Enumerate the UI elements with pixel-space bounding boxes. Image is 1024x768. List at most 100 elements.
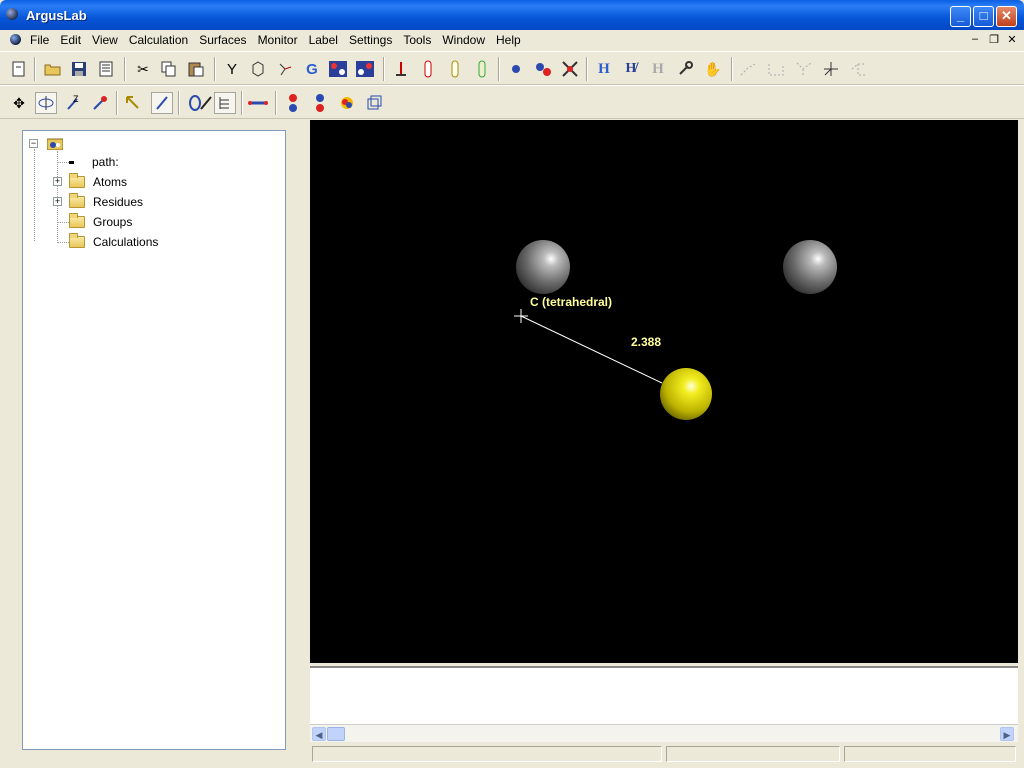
tube3-icon[interactable] xyxy=(471,58,493,80)
svg-text:Z: Z xyxy=(73,94,79,104)
mdi-minimize-button[interactable]: – xyxy=(967,33,983,47)
menu-window[interactable]: Window xyxy=(442,33,492,47)
zoom-icon[interactable]: Z xyxy=(62,92,84,114)
rotate-icon[interactable] xyxy=(35,92,57,114)
bond-gray2-icon[interactable] xyxy=(765,58,787,80)
close-button[interactable]: ✕ xyxy=(996,6,1017,27)
tree-item-label: Calculations xyxy=(93,235,159,249)
ball-stick-alt-icon[interactable] xyxy=(309,92,331,114)
paste-icon[interactable] xyxy=(185,58,207,80)
scroll-thumb[interactable] xyxy=(327,727,345,741)
output-pane[interactable] xyxy=(310,666,1018,724)
carbon-atom[interactable] xyxy=(516,240,570,294)
document-icon[interactable] xyxy=(10,34,21,45)
menu-calculation[interactable]: Calculation xyxy=(129,33,195,47)
tree-expand-button[interactable]: + xyxy=(53,197,62,206)
menu-label[interactable]: Label xyxy=(309,33,345,47)
menu-view[interactable]: View xyxy=(92,33,125,47)
distance-line xyxy=(520,315,663,384)
box-icon[interactable] xyxy=(363,92,385,114)
menu-file[interactable]: File xyxy=(30,33,56,47)
select-icon[interactable] xyxy=(89,92,111,114)
status-cell xyxy=(666,746,840,762)
mdi-restore-button[interactable]: ❐ xyxy=(986,33,1002,47)
window-title: ArgusLab xyxy=(26,8,87,23)
tree-item-path[interactable]: path: xyxy=(69,153,119,171)
carbon-atom[interactable] xyxy=(783,240,837,294)
wrench-icon[interactable] xyxy=(674,58,696,80)
menu-settings[interactable]: Settings xyxy=(349,33,399,47)
bond-gray4-icon[interactable] xyxy=(848,58,870,80)
print-icon[interactable] xyxy=(95,58,117,80)
ring-icon[interactable] xyxy=(247,58,269,80)
status-bar xyxy=(310,744,1018,764)
scroll-right-button[interactable]: ▶ xyxy=(1000,727,1014,741)
tree-item-calculations[interactable]: Calculations xyxy=(69,233,158,251)
delete-atom-icon[interactable] xyxy=(559,58,581,80)
app-icon xyxy=(6,8,18,20)
tube2-icon[interactable] xyxy=(444,58,466,80)
atom-ball-icon[interactable] xyxy=(505,58,527,80)
molecule-root-icon[interactable] xyxy=(46,137,64,151)
tree-item-label: Atoms xyxy=(93,175,128,189)
menu-surfaces[interactable]: Surfaces xyxy=(199,33,253,47)
menu-edit[interactable]: Edit xyxy=(60,33,88,47)
menu-monitor[interactable]: Monitor xyxy=(258,33,305,47)
minimize-button[interactable]: _ xyxy=(950,6,971,27)
axis-icon[interactable] xyxy=(820,58,842,80)
y-fragment-icon[interactable]: Y xyxy=(221,58,243,80)
mdi-close-button[interactable]: ✕ xyxy=(1004,33,1020,47)
open-icon[interactable] xyxy=(42,58,64,80)
tree-item-label: Residues xyxy=(93,195,144,209)
surface-icon[interactable] xyxy=(336,92,358,114)
panel-splitter[interactable] xyxy=(300,120,308,760)
pointer-icon[interactable] xyxy=(122,92,144,114)
hydrogen-edit-icon[interactable]: H̸ xyxy=(620,58,642,80)
molecule-viewport[interactable]: C (tetrahedral) 2.388 xyxy=(310,120,1018,663)
molecule-alt-icon[interactable] xyxy=(354,58,376,80)
tree-root-collapse-button[interactable]: − xyxy=(29,139,38,148)
folder-icon xyxy=(69,193,85,208)
molecule-canvas[interactable]: C (tetrahedral) 2.388 xyxy=(310,120,1018,663)
folder-icon xyxy=(69,213,85,228)
status-cell xyxy=(312,746,662,762)
bond-gray1-icon[interactable] xyxy=(737,58,759,80)
tube1-icon[interactable] xyxy=(417,58,439,80)
bond-gray3-icon[interactable] xyxy=(793,58,815,80)
menu-help[interactable]: Help xyxy=(496,33,528,47)
cut-icon[interactable]: ✂ xyxy=(132,58,154,80)
tree-expand-button[interactable]: + xyxy=(53,177,62,186)
tree-item-label: Groups xyxy=(93,215,133,229)
g-icon[interactable]: G xyxy=(301,58,323,80)
copy-icon[interactable] xyxy=(158,58,180,80)
tree-item-residues[interactable]: Residues xyxy=(69,193,143,211)
bond-measure-icon[interactable] xyxy=(247,92,269,114)
hydrogen-gray-icon[interactable]: H xyxy=(647,58,669,80)
hand-icon[interactable]: ✋ xyxy=(702,58,724,80)
distance-label: 2.388 xyxy=(631,335,661,349)
tree-item-atoms[interactable]: Atoms xyxy=(69,173,127,191)
translate-icon[interactable]: ✥ xyxy=(8,92,30,114)
crosshair-cursor xyxy=(514,309,528,323)
new-icon[interactable] xyxy=(8,58,30,80)
draw-icon[interactable] xyxy=(151,92,173,114)
path-icon xyxy=(69,160,74,164)
tree-item-groups[interactable]: Groups xyxy=(69,213,132,231)
folder-icon xyxy=(69,173,85,188)
maximize-button[interactable]: □ xyxy=(973,6,994,27)
save-icon[interactable] xyxy=(68,58,90,80)
scroll-left-button[interactable]: ◀ xyxy=(312,727,326,741)
bond-icon[interactable] xyxy=(274,58,296,80)
menu-tools[interactable]: Tools xyxy=(403,33,438,47)
sulfur-atom[interactable] xyxy=(660,368,712,420)
add-hydrogen-icon[interactable]: H xyxy=(593,58,615,80)
ball-stick-icon[interactable] xyxy=(282,92,304,114)
stick-icon[interactable] xyxy=(390,58,412,80)
tree-path-label: path: xyxy=(92,155,119,169)
atom-type-label: C (tetrahedral) xyxy=(530,295,612,309)
horizontal-scrollbar[interactable]: ◀ ▶ xyxy=(310,724,1018,742)
folder-icon xyxy=(69,233,85,248)
molecule-icon[interactable] xyxy=(327,58,349,80)
add-atom-icon[interactable] xyxy=(532,58,554,80)
hierarchy-icon[interactable] xyxy=(214,92,236,114)
